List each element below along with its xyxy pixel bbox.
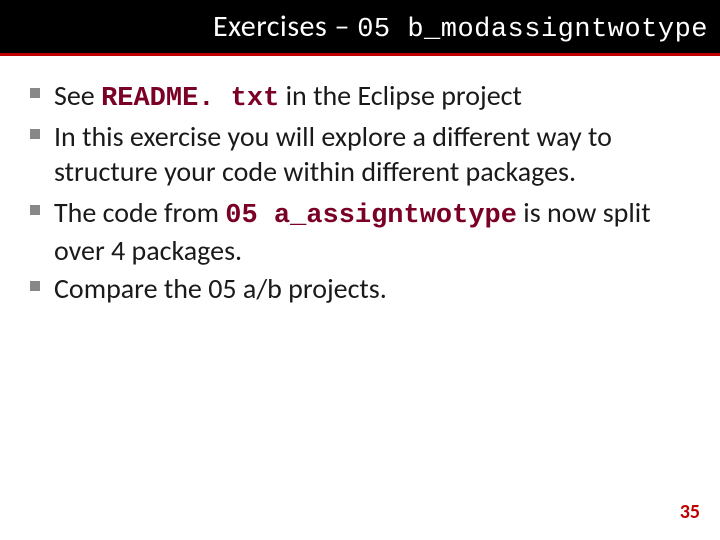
bullet-list: See README. txt in the Eclipse project I…: [30, 78, 690, 310]
bullet-text-pre: In this exercise you will explore a diff…: [54, 119, 612, 190]
list-item: In this exercise you will explore a diff…: [30, 119, 690, 193]
bullet-code: README. txt: [101, 84, 279, 114]
list-item: Compare the 05 a/b projects.: [30, 271, 690, 310]
title-prefix: Exercises –: [213, 8, 357, 45]
title-code: 05 b_modassigntwotype: [357, 15, 708, 45]
bullet-text-pre: Compare the 05 a/b projects.: [54, 271, 387, 306]
bullet-text-post: in the Eclipse project: [279, 78, 522, 113]
bullet-text-pre: See: [54, 78, 101, 113]
content-area: See README. txt in the Eclipse project I…: [0, 56, 720, 310]
list-item: The code from 05 a_assigntwotype is now …: [30, 195, 690, 269]
page-number: 35: [680, 500, 700, 524]
list-item: See README. txt in the Eclipse project: [30, 78, 690, 117]
title-bar: Exercises – 05 b_modassigntwotype: [0, 0, 720, 53]
bullet-code: 05 a_assigntwotype: [225, 201, 517, 231]
bullet-text-pre: The code from: [54, 195, 225, 230]
